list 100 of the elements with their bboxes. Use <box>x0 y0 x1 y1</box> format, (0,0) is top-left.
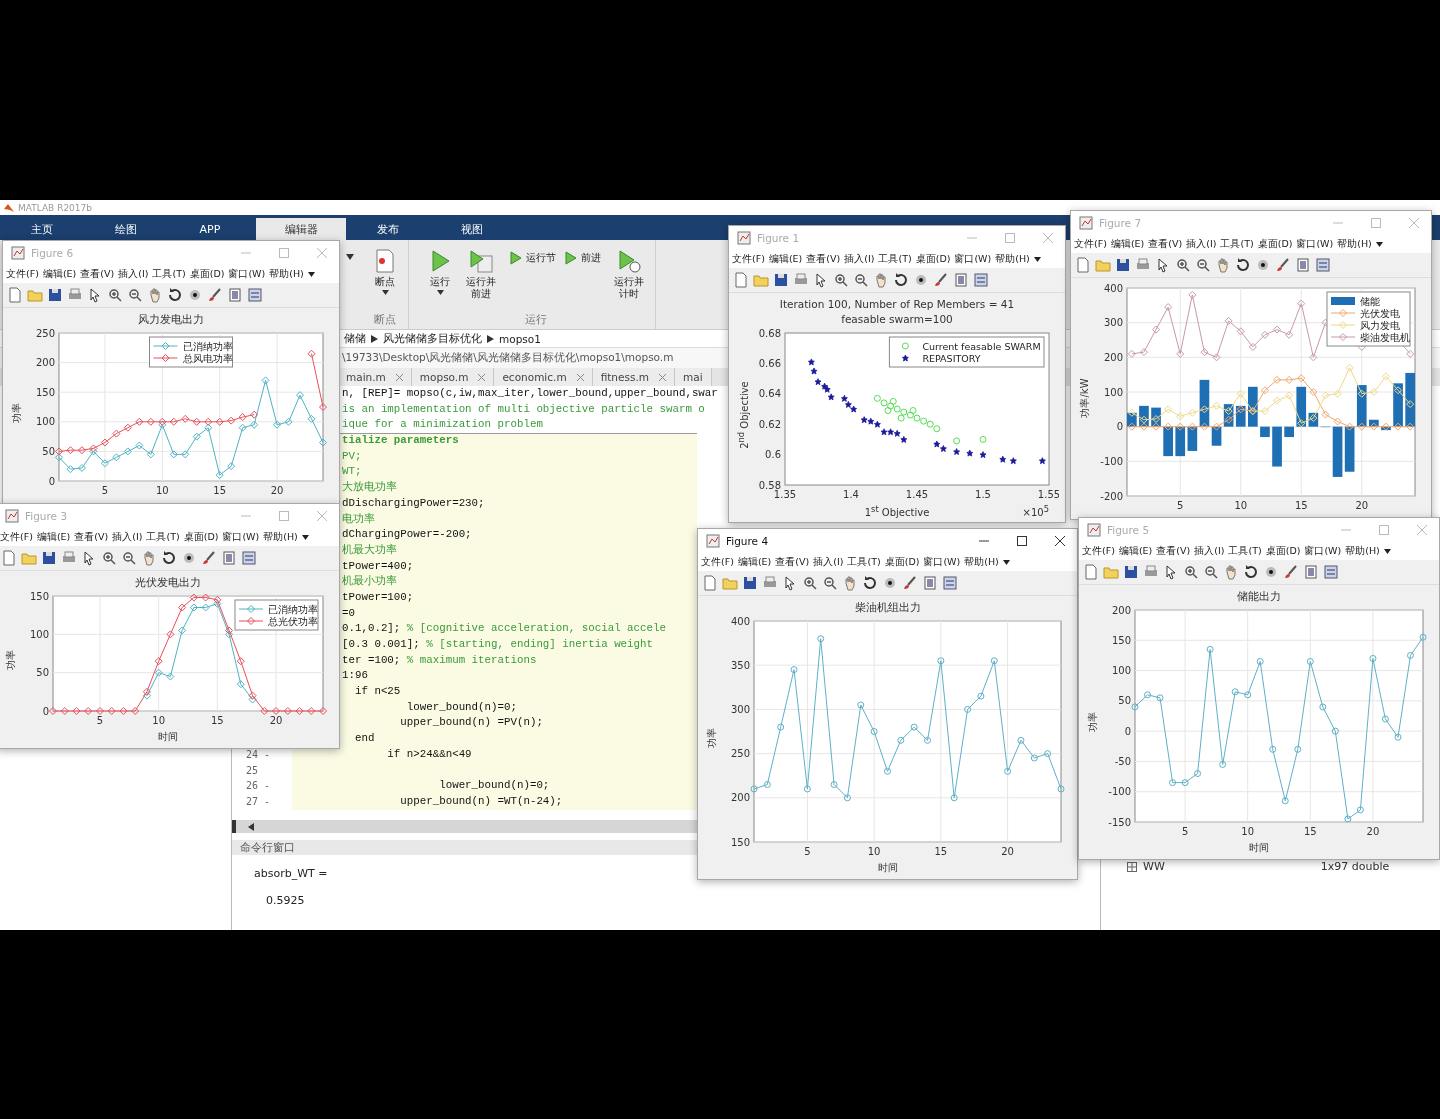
tick-label: 10 <box>1241 826 1255 837</box>
ribbon-tab[interactable]: 发布 <box>346 218 430 240</box>
tick-label: 5 <box>101 485 109 496</box>
menu-item[interactable]: 编辑(E) <box>1118 544 1153 558</box>
axis-label: 功率 <box>1086 712 1099 732</box>
tick-label: 100 <box>1111 665 1131 677</box>
ribbon-button[interactable]: 运行 <box>425 248 455 308</box>
chart-title: 柴油机组出力 <box>854 600 921 615</box>
menu-item[interactable]: 文件(F) <box>701 555 734 569</box>
code-line: lower_bound(n)=0; <box>438 779 550 792</box>
menu-item[interactable]: 文件(F) <box>0 530 33 544</box>
menu-item[interactable]: 帮助(H) <box>964 555 999 569</box>
file-tab[interactable]: mai <box>675 368 712 386</box>
menu-item[interactable]: 窗口(W) <box>923 555 961 569</box>
menu-item[interactable]: 工具(T) <box>847 555 881 569</box>
window-title: Figure 7 <box>1099 217 1142 229</box>
code-line: PV; <box>342 449 362 462</box>
menu-item[interactable]: 文件(F) <box>6 267 39 281</box>
menu-item[interactable]: 帮助(H) <box>1337 237 1372 251</box>
file-tab[interactable]: mopso.m <box>411 368 495 386</box>
ribbon-button[interactable]: 前进 <box>562 248 603 268</box>
ribbon-button[interactable]: 断点 <box>370 248 400 308</box>
menu-item[interactable]: 编辑(E) <box>768 252 803 266</box>
tick-label: 200 <box>1103 351 1123 363</box>
menu-item[interactable]: 工具(T) <box>1220 237 1254 251</box>
menu-item[interactable]: 桌面(D) <box>189 267 225 281</box>
tick-label: 20 <box>269 715 283 726</box>
menu-item[interactable]: 帮助(H) <box>269 267 304 281</box>
menu-item[interactable]: 桌面(D) <box>884 555 920 569</box>
file-tab[interactable]: main.m <box>338 368 412 386</box>
menu-item[interactable]: 窗口(W) <box>1296 237 1334 251</box>
tick-label: 10 <box>152 715 165 726</box>
menu-item[interactable]: 文件(F) <box>1082 544 1115 558</box>
menu-item[interactable]: 插入(I) <box>118 267 149 281</box>
tick-label: 250 <box>730 748 750 760</box>
breadcrumb-item[interactable]: 储储 <box>344 331 366 346</box>
menu-item[interactable]: 编辑(E) <box>42 267 77 281</box>
code-line: tialize parameters <box>342 434 459 447</box>
menu-item[interactable]: 插入(I) <box>813 555 844 569</box>
breadcrumb-item[interactable]: 风光储储多目标优化 <box>383 331 482 346</box>
tick-label: 200 <box>730 792 750 804</box>
menu-item[interactable]: 工具(T) <box>1228 544 1262 558</box>
menu-item[interactable]: 桌面(D) <box>915 252 951 266</box>
menu-item[interactable]: 桌面(D) <box>183 530 219 544</box>
menu-item[interactable]: 查看(V) <box>1148 237 1183 251</box>
ribbon-tab[interactable]: 视图 <box>430 218 514 240</box>
ribbon-tab[interactable]: APP <box>168 218 252 240</box>
menu-item[interactable]: 工具(T) <box>152 267 186 281</box>
variable-name[interactable]: WW <box>1143 860 1165 873</box>
ribbon-tab[interactable]: 编辑器 <box>256 218 346 240</box>
tick-label: 150 <box>1111 634 1131 646</box>
ribbon-button[interactable]: 运行并计时 <box>611 248 647 308</box>
menu-item[interactable]: 插入(I) <box>844 252 875 266</box>
menu-item[interactable]: 插入(I) <box>1186 237 1217 251</box>
ribbon-button[interactable]: 运行节 <box>507 248 558 268</box>
tick-label: 15 <box>213 485 227 496</box>
chart-title: 光伏发电出力 <box>135 575 201 590</box>
file-tab[interactable]: economic.m <box>494 368 593 386</box>
variable-value: 1x97 double <box>1320 860 1390 873</box>
line-number: 25 <box>246 764 259 776</box>
menu-item[interactable]: 查看(V) <box>80 267 115 281</box>
ribbon-tab[interactable]: 绘图 <box>84 218 168 240</box>
menu-item[interactable]: 文件(F) <box>1074 237 1107 251</box>
menu-item[interactable]: 编辑(E) <box>1110 237 1145 251</box>
ribbon-button[interactable]: 运行并前进 <box>463 248 499 308</box>
menu-item[interactable]: 编辑(E) <box>737 555 772 569</box>
code-line: WT; <box>342 465 362 478</box>
menu-item[interactable]: 插入(I) <box>112 530 143 544</box>
panel-title: 命令行窗口 <box>240 840 295 855</box>
tick-label: 400 <box>1103 282 1123 294</box>
menu-item[interactable]: 窗口(W) <box>1304 544 1342 558</box>
menu-item[interactable]: 插入(I) <box>1194 544 1225 558</box>
file-tab[interactable]: fitness.m <box>592 368 675 386</box>
menu-item[interactable]: 窗口(W) <box>222 530 260 544</box>
menu-item[interactable]: 桌面(D) <box>1257 237 1293 251</box>
menu-item[interactable]: 桌面(D) <box>1265 544 1301 558</box>
menu-item[interactable]: 编辑(E) <box>36 530 71 544</box>
menu-item[interactable]: 帮助(H) <box>263 530 298 544</box>
menu-item[interactable]: 帮助(H) <box>995 252 1030 266</box>
menu-item[interactable]: 查看(V) <box>74 530 109 544</box>
axis-label: 时间 <box>877 861 898 875</box>
menu-item[interactable]: 工具(T) <box>878 252 912 266</box>
tick-label: 0.62 <box>758 418 781 430</box>
legend-label: 总光伏功率 <box>268 615 318 627</box>
menu-item[interactable]: 查看(V) <box>775 555 810 569</box>
menu-item[interactable]: 工具(T) <box>146 530 180 544</box>
legend-label: 光伏发电 <box>1360 307 1400 319</box>
menu-item[interactable]: 帮助(H) <box>1345 544 1380 558</box>
tick-label: -200 <box>1100 490 1123 502</box>
ribbon-tab[interactable]: 主页 <box>0 218 84 240</box>
tick-label: 1.55 <box>1037 489 1059 500</box>
code-line: if n<25 <box>353 685 401 698</box>
menu-item[interactable]: 查看(V) <box>1156 544 1191 558</box>
menu-item[interactable]: 文件(F) <box>732 252 765 266</box>
menu-item[interactable]: 窗口(W) <box>954 252 992 266</box>
breadcrumb-item[interactable]: mopso1 <box>499 332 541 345</box>
tick-label: 10 <box>1234 500 1248 511</box>
menu-item[interactable]: 查看(V) <box>806 252 841 266</box>
menu-item[interactable]: 窗口(W) <box>228 267 266 281</box>
tick-label: 150 <box>29 590 49 602</box>
